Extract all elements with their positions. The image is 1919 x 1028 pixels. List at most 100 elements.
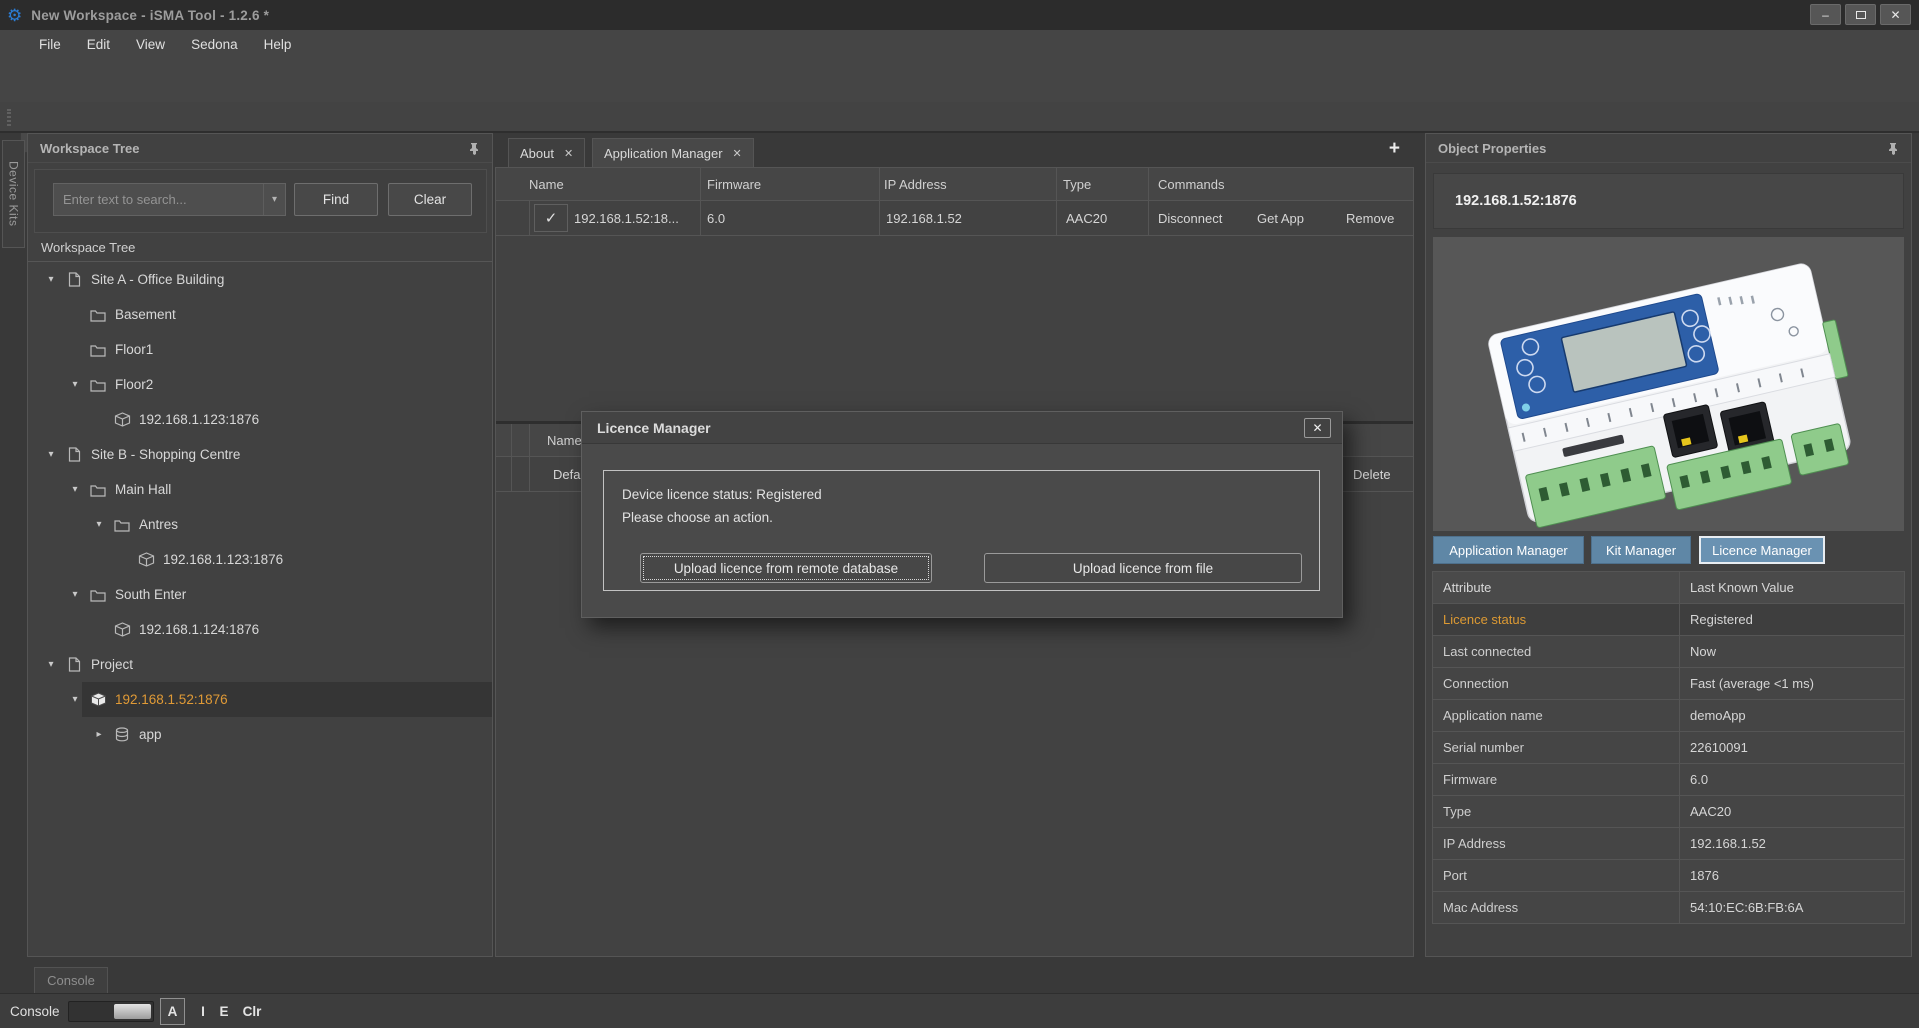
command-delete[interactable]: Delete xyxy=(1353,457,1391,492)
expand-open-icon[interactable]: ▾ xyxy=(68,694,82,705)
property-row-application-name[interactable]: Application namedemoApp xyxy=(1433,700,1904,732)
upload-remote-database-button[interactable]: Upload licence from remote database xyxy=(640,553,932,583)
menu-view[interactable]: View xyxy=(123,37,178,52)
tree-item-body[interactable]: 192.168.1.52:1876 xyxy=(82,682,492,717)
kit-manager-button[interactable]: Kit Manager xyxy=(1591,536,1691,564)
property-row-licence-status[interactable]: Licence statusRegistered xyxy=(1433,604,1904,636)
tree-item-body[interactable]: 192.168.1.123:1876 xyxy=(106,402,492,437)
row-checkbox[interactable]: ✓ xyxy=(534,204,568,232)
console-filter-info-button[interactable]: I xyxy=(194,998,212,1025)
pin-icon[interactable] xyxy=(469,142,480,155)
console-filter-error-button[interactable]: E xyxy=(215,998,233,1025)
tree-item-body[interactable]: 192.168.1.123:1876 xyxy=(130,542,492,577)
property-value: 192.168.1.52 xyxy=(1680,828,1904,859)
folder-icon xyxy=(88,483,108,497)
tree-item-body[interactable]: Main Hall xyxy=(82,472,492,507)
console-filter-all-button[interactable]: A xyxy=(160,998,185,1025)
col-name[interactable]: Name xyxy=(529,168,564,201)
property-row-connection[interactable]: ConnectionFast (average <1 ms) xyxy=(1433,668,1904,700)
tree-item-body[interactable]: South Enter xyxy=(82,577,492,612)
menu-help[interactable]: Help xyxy=(251,37,305,52)
clear-button[interactable]: Clear xyxy=(388,183,472,216)
expand-open-icon[interactable]: ▾ xyxy=(68,379,82,390)
licence-manager-button[interactable]: Licence Manager xyxy=(1699,536,1825,564)
tree-item-body[interactable]: Floor2 xyxy=(82,367,492,402)
tree-item-site-b-shopping-centre[interactable]: ▾Site B - Shopping Centre xyxy=(28,437,492,472)
application-manager-button[interactable]: Application Manager xyxy=(1433,536,1584,564)
property-row-ip-address[interactable]: IP Address192.168.1.52 xyxy=(1433,828,1904,860)
console-tab[interactable]: Console xyxy=(34,967,108,993)
cell-firmware: 6.0 xyxy=(707,201,725,236)
property-row-firmware[interactable]: Firmware6.0 xyxy=(1433,764,1904,796)
col-commands[interactable]: Commands xyxy=(1158,168,1224,201)
expand-open-icon[interactable]: ▾ xyxy=(68,589,82,600)
tree-item-south-enter[interactable]: ▾South Enter xyxy=(28,577,492,612)
tree-item-192-168-1-123-1876[interactable]: 192.168.1.123:1876 xyxy=(28,402,492,437)
search-dropdown-caret-icon[interactable]: ▾ xyxy=(263,184,285,215)
dialog-close-button[interactable]: ✕ xyxy=(1304,418,1331,438)
menu-file[interactable]: File xyxy=(26,37,74,52)
tree-item-body[interactable]: Site B - Shopping Centre xyxy=(58,437,492,472)
console-clear-button[interactable]: Clr xyxy=(237,998,267,1025)
property-row-type[interactable]: TypeAAC20 xyxy=(1433,796,1904,828)
property-row-serial-number[interactable]: Serial number22610091 xyxy=(1433,732,1904,764)
tree-item-floor2[interactable]: ▾Floor2 xyxy=(28,367,492,402)
tree-item-floor1[interactable]: Floor1 xyxy=(28,332,492,367)
command-remove[interactable]: Remove xyxy=(1346,201,1394,236)
expand-open-icon[interactable]: ▾ xyxy=(44,449,58,460)
minimize-button[interactable]: – xyxy=(1810,4,1841,25)
tree-item-body[interactable]: Basement xyxy=(82,297,492,332)
tab-about-close-icon[interactable]: ✕ xyxy=(564,147,573,160)
console-toggle-knob[interactable] xyxy=(114,1004,151,1019)
col-ip-address[interactable]: IP Address xyxy=(884,168,947,201)
tree-item-body[interactable]: 192.168.1.124:1876 xyxy=(106,612,492,647)
maximize-button[interactable] xyxy=(1845,4,1876,25)
property-row-last-connected[interactable]: Last connectedNow xyxy=(1433,636,1904,668)
tree-item-body[interactable]: app xyxy=(106,717,492,752)
tree-item-body[interactable]: Antres xyxy=(106,507,492,542)
object-properties-header: Object Properties xyxy=(1426,134,1911,163)
menu-sedona[interactable]: Sedona xyxy=(178,37,251,52)
dock-grip-icon[interactable] xyxy=(7,109,11,126)
sidebar-tab-device-kits[interactable]: Device Kits xyxy=(2,140,25,248)
tree-item-body[interactable]: Site A - Office Building xyxy=(58,262,492,297)
add-tab-button[interactable]: + xyxy=(1389,139,1400,158)
upload-from-file-button[interactable]: Upload licence from file xyxy=(984,553,1302,583)
tree-item-app[interactable]: ▸app xyxy=(28,717,492,752)
col-last-known-value[interactable]: Last Known Value xyxy=(1680,572,1904,603)
pin-icon[interactable] xyxy=(1888,142,1899,155)
tree-item-project[interactable]: ▾Project xyxy=(28,647,492,682)
property-row-mac-address[interactable]: Mac Address54:10:EC:6B:FB:6A xyxy=(1433,892,1904,924)
tree-item-192-168-1-52-1876[interactable]: ▾192.168.1.52:1876 xyxy=(28,682,492,717)
tree-item-192-168-1-123-1876[interactable]: 192.168.1.123:1876 xyxy=(28,542,492,577)
col-app-name[interactable]: Name xyxy=(547,424,582,457)
tab-application-manager[interactable]: Application Manager ✕ xyxy=(592,138,754,168)
expand-closed-icon[interactable]: ▸ xyxy=(92,729,106,740)
find-button[interactable]: Find xyxy=(294,183,378,216)
search-input[interactable] xyxy=(53,183,286,216)
col-type[interactable]: Type xyxy=(1063,168,1091,201)
device-table-row[interactable]: ✓ 192.168.1.52:18... 6.0 192.168.1.52 AA… xyxy=(496,201,1413,236)
command-disconnect[interactable]: Disconnect xyxy=(1158,201,1222,236)
tree-item-basement[interactable]: Basement xyxy=(28,297,492,332)
menu-edit[interactable]: Edit xyxy=(74,37,123,52)
console-toggle[interactable] xyxy=(68,1001,154,1022)
tree-item-body[interactable]: Project xyxy=(58,647,492,682)
tab-application-manager-close-icon[interactable]: ✕ xyxy=(733,147,742,160)
close-button[interactable]: ✕ xyxy=(1880,4,1911,25)
col-firmware[interactable]: Firmware xyxy=(707,168,761,201)
expand-open-icon[interactable]: ▾ xyxy=(44,659,58,670)
expand-open-icon[interactable]: ▾ xyxy=(44,274,58,285)
command-get-app[interactable]: Get App xyxy=(1257,201,1304,236)
tab-about[interactable]: About ✕ xyxy=(508,138,585,167)
tree-item-site-a-office-building[interactable]: ▾Site A - Office Building xyxy=(28,262,492,297)
tree-item-antres[interactable]: ▾Antres xyxy=(28,507,492,542)
property-row-port[interactable]: Port1876 xyxy=(1433,860,1904,892)
dialog-title-bar[interactable]: Licence Manager xyxy=(582,412,1342,444)
tree-item-body[interactable]: Floor1 xyxy=(82,332,492,367)
expand-open-icon[interactable]: ▾ xyxy=(92,519,106,530)
tree-item-192-168-1-124-1876[interactable]: 192.168.1.124:1876 xyxy=(28,612,492,647)
expand-open-icon[interactable]: ▾ xyxy=(68,484,82,495)
col-attribute[interactable]: Attribute xyxy=(1433,572,1680,603)
tree-item-main-hall[interactable]: ▾Main Hall xyxy=(28,472,492,507)
